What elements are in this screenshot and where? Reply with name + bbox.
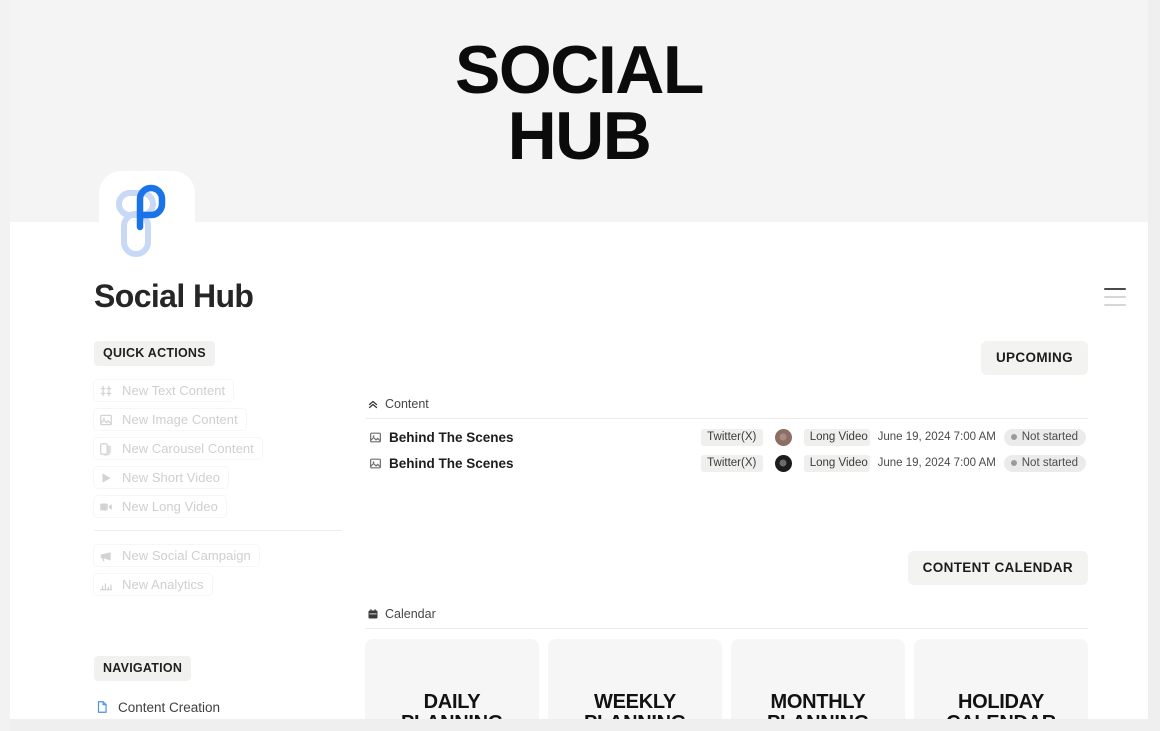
video-camera-icon (98, 499, 113, 514)
quick-actions-divider (94, 530, 342, 531)
sidebar-item-content-creation[interactable]: Content Creation (94, 696, 342, 718)
row-platform-tag: Twitter(X) (700, 428, 763, 446)
navigation-block: NAVIGATION Content Creation (94, 656, 342, 718)
quick-action-label: New Carousel Content (122, 441, 254, 456)
navigation-heading: NAVIGATION (94, 656, 192, 681)
quick-action-label: New Text Content (122, 383, 226, 398)
content-database-rule (366, 418, 1088, 419)
megaphone-icon (98, 548, 113, 563)
sidebar-column: QUICK ACTIONS New Text Content New Image… (94, 341, 342, 603)
avatar (774, 428, 792, 446)
page-surface: SOCIAL HUB Social Hub QUICK ACTIONS New … (10, 0, 1148, 731)
document-page-icon (94, 700, 109, 715)
hamburger-menu-icon[interactable] (1104, 288, 1126, 306)
content-database-heading[interactable]: Content (366, 397, 1088, 418)
quick-action-label: New Analytics (122, 577, 204, 592)
quick-action-label: New Image Content (122, 412, 238, 427)
quick-action-new-text-content[interactable]: New Text Content (94, 380, 234, 401)
window-left-edge (0, 0, 10, 731)
main-column: UPCOMING Content Behind The Scenes Twitt… (366, 341, 1088, 731)
table-row[interactable]: Behind The Scenes Twitter(X) Long Video … (366, 425, 1088, 449)
play-triangle-icon (98, 470, 113, 485)
row-date: June 19, 2024 7:00 AM (877, 431, 996, 443)
status-dot (1010, 433, 1017, 440)
row-type-tag: Long Video (803, 428, 870, 446)
quick-action-new-analytics[interactable]: New Analytics (94, 574, 212, 595)
content-rows: Behind The Scenes Twitter(X) Long Video … (366, 425, 1088, 475)
avatar (774, 454, 792, 472)
quick-action-new-short-video[interactable]: New Short Video (94, 467, 229, 488)
image-icon (368, 456, 382, 470)
image-icon (98, 412, 113, 427)
calendar-icon (366, 608, 379, 621)
row-platform-tag: Twitter(X) (700, 454, 763, 472)
page-icon[interactable] (99, 171, 195, 267)
bar-chart-icon (98, 577, 113, 592)
status-dot (1010, 459, 1017, 466)
row-title: Behind The Scenes (389, 429, 514, 445)
page-title: Social Hub (94, 278, 254, 314)
calendar-cards: DAILY PLANNING WEEKLY PLANNING MONTHLY P… (366, 640, 1088, 731)
double-chevron-up-icon (366, 398, 379, 411)
quick-action-new-carousel-content[interactable]: New Carousel Content (94, 438, 262, 459)
quick-action-new-social-campaign[interactable]: New Social Campaign (94, 545, 259, 566)
quick-action-label: New Short Video (122, 470, 221, 485)
row-type-tag: Long Video (803, 454, 870, 472)
row-date: June 19, 2024 7:00 AM (877, 457, 996, 469)
quick-action-label: New Long Video (122, 499, 218, 514)
navigation-list: Content Creation (94, 696, 342, 718)
status-label: Not started (1021, 430, 1078, 443)
social-hub-logo-icon (116, 184, 166, 257)
carousel-copy-icon (98, 441, 113, 456)
sidebar-item-label: Content Creation (118, 699, 221, 715)
status-badge: Not started (1003, 428, 1086, 446)
status-badge: Not started (1003, 454, 1086, 472)
app-root: SOCIAL HUB Social Hub QUICK ACTIONS New … (0, 0, 1160, 731)
row-title: Behind The Scenes (389, 455, 514, 471)
calendar-database-rule (366, 628, 1088, 629)
calendar-card-daily-planning[interactable]: DAILY PLANNING (366, 640, 538, 731)
status-label: Not started (1021, 456, 1078, 469)
quick-actions-heading: QUICK ACTIONS (94, 341, 215, 366)
bottom-scroll-bar[interactable] (10, 719, 1148, 731)
image-icon (368, 430, 382, 444)
calendar-database-title: Calendar (385, 607, 436, 621)
calendar-card-holiday-calendar[interactable]: HOLIDAY CALENDAR (915, 640, 1087, 731)
quick-actions-list: New Text Content New Image Content New C… (94, 380, 342, 595)
quick-action-label: New Social Campaign (122, 548, 251, 563)
content-calendar-button[interactable]: CONTENT CALENDAR (907, 551, 1088, 585)
content-database-title: Content (385, 397, 429, 411)
cover-banner-title: SOCIAL HUB (455, 32, 704, 174)
quick-action-new-image-content[interactable]: New Image Content (94, 409, 246, 430)
text-quote-icon (98, 383, 113, 398)
window-right-edge (1148, 0, 1160, 731)
calendar-card-weekly-planning[interactable]: WEEKLY PLANNING (549, 640, 721, 731)
upcoming-button[interactable]: UPCOMING (980, 341, 1088, 375)
calendar-database-heading[interactable]: Calendar (366, 607, 1088, 628)
quick-action-new-long-video[interactable]: New Long Video (94, 496, 226, 517)
calendar-card-monthly-planning[interactable]: MONTHLY PLANNING (732, 640, 904, 731)
table-row[interactable]: Behind The Scenes Twitter(X) Long Video … (366, 451, 1088, 475)
